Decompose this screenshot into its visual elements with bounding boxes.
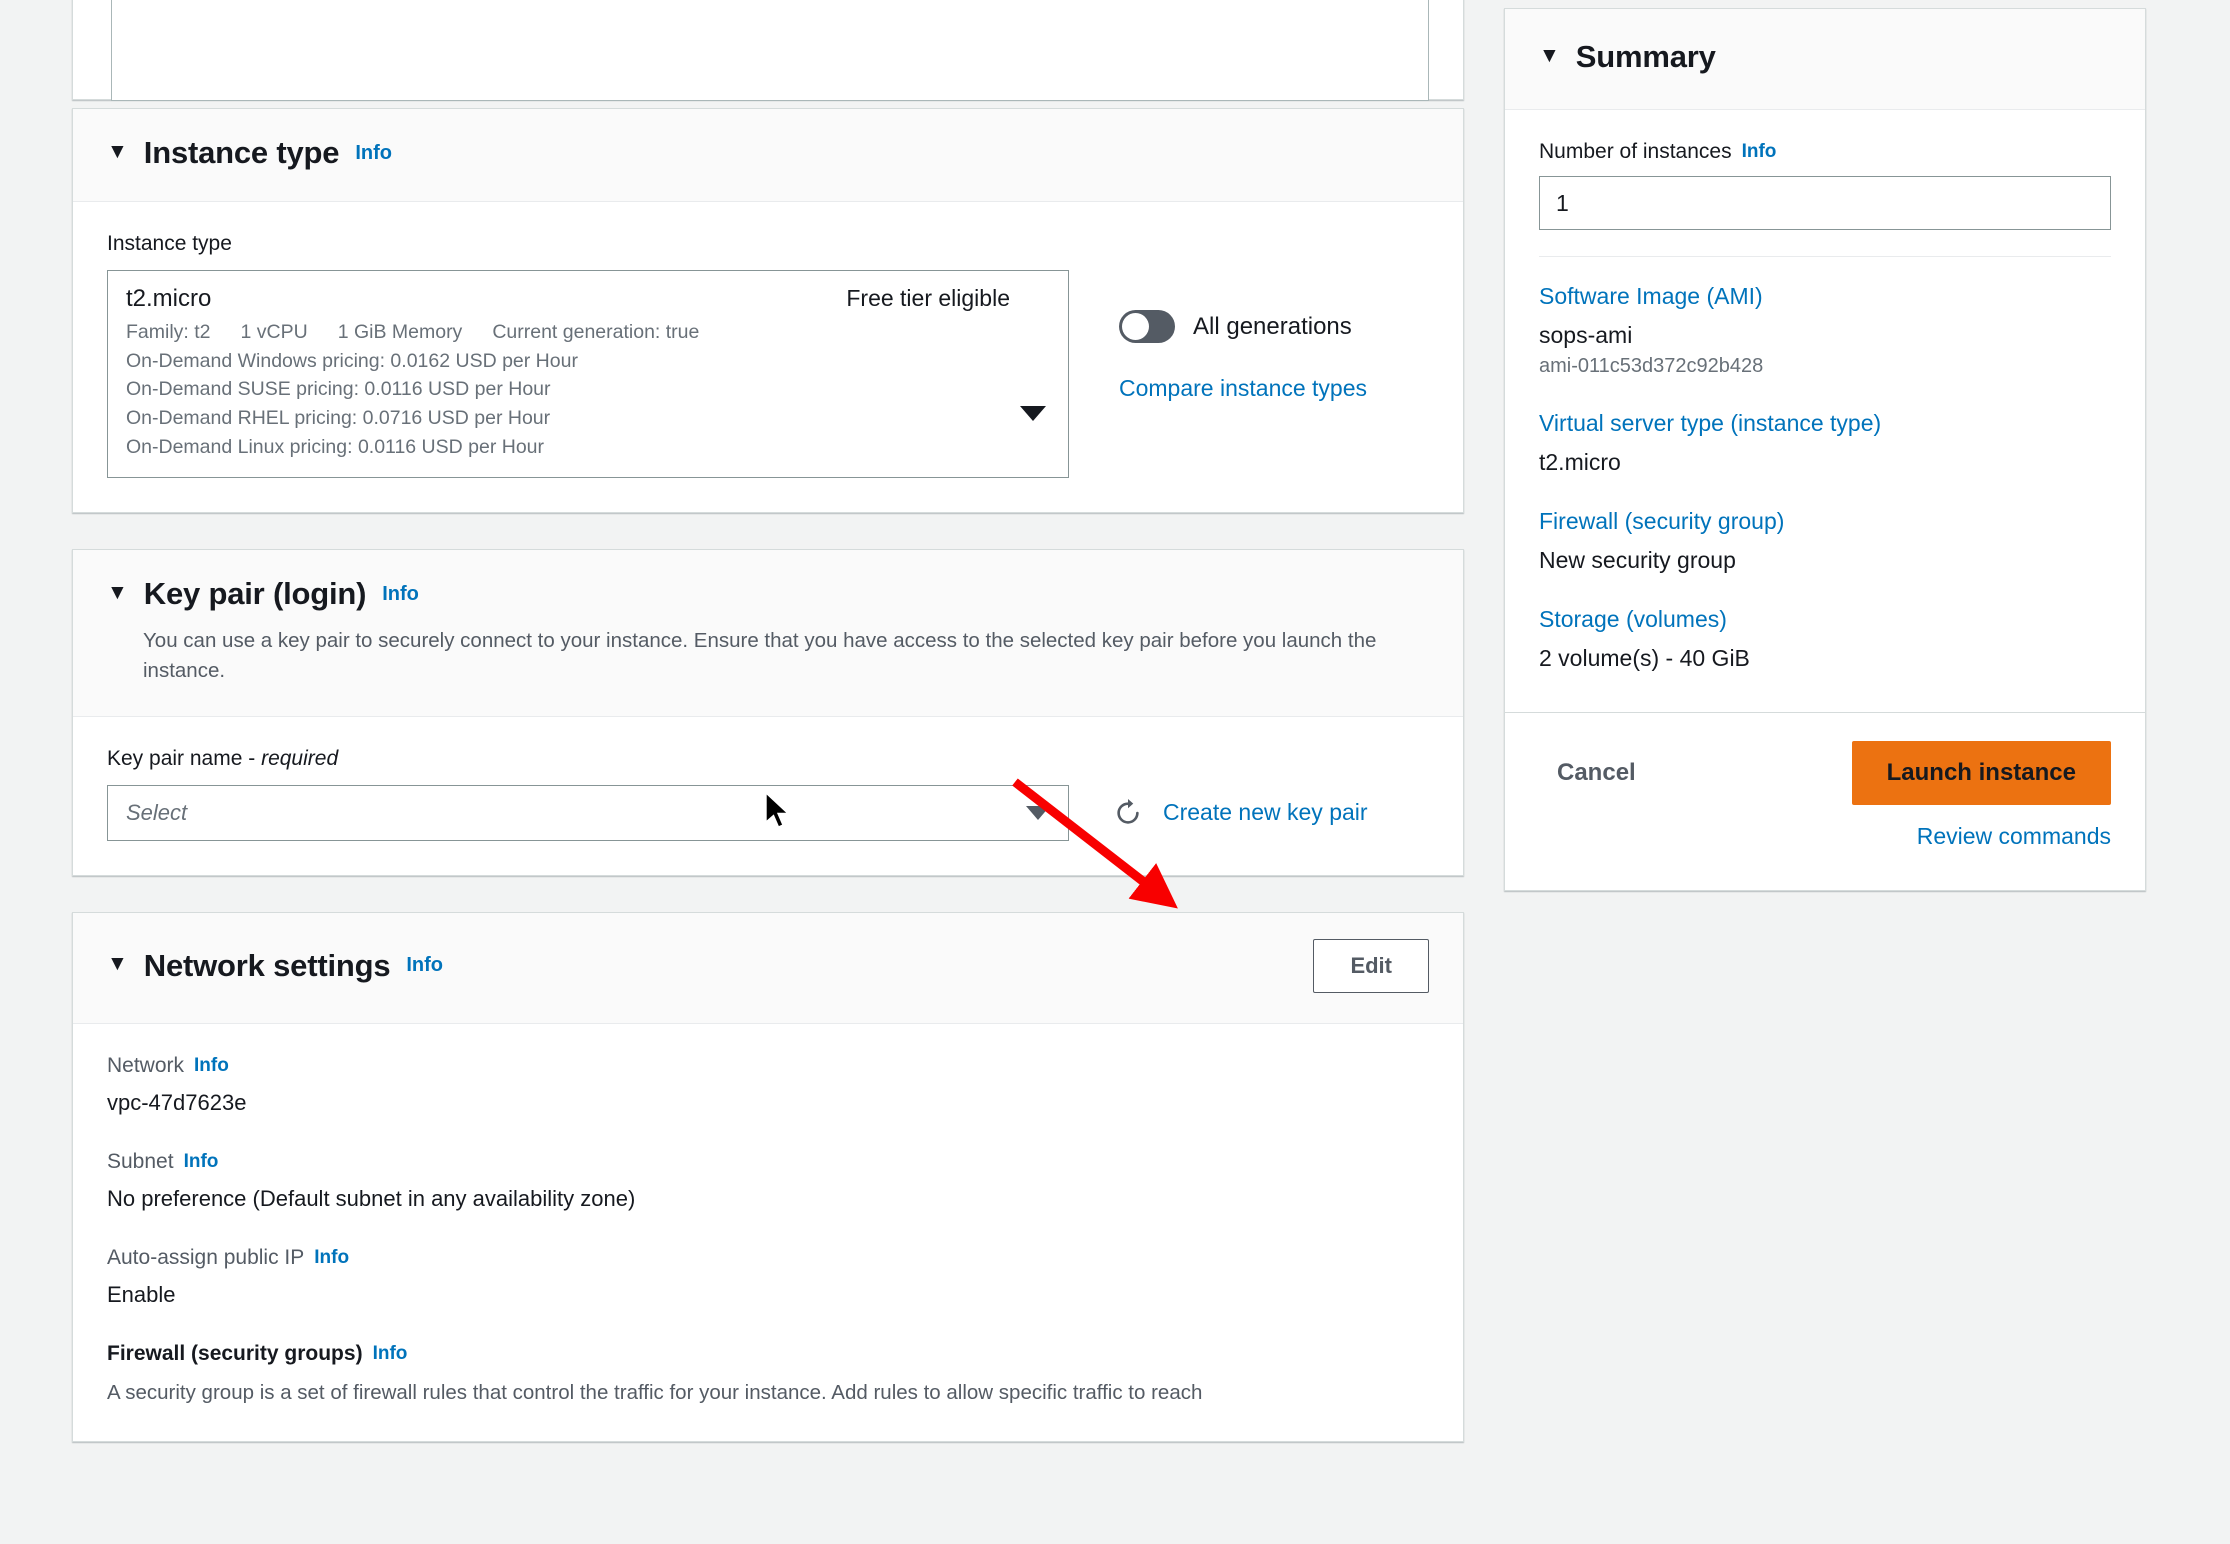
network-label: Network	[107, 1053, 185, 1077]
spec-family: Family: t2	[126, 321, 211, 343]
create-new-key-pair-link[interactable]: Create new key pair	[1163, 799, 1368, 826]
number-of-instances-label-row: Number of instances Info	[1539, 140, 2111, 164]
cancel-button[interactable]: Cancel	[1539, 749, 1654, 797]
launch-form-left-column: ▼ Instance type Info Instance type t2.mi…	[72, 0, 1464, 1478]
key-pair-card-body: Key pair name - required Select Create n…	[73, 717, 1463, 875]
ami-name: sops-ami	[1539, 322, 1633, 348]
ec2-launch-instance-page: ▼ Instance type Info Instance type t2.mi…	[0, 0, 2230, 1544]
summary-divider	[1539, 256, 2111, 257]
key-pair-required-marker: required	[261, 746, 339, 770]
chevron-down-icon-key-pair[interactable]: ▼	[107, 582, 128, 603]
number-of-instances-label: Number of instances	[1539, 140, 1732, 163]
pricing-suse: On-Demand SUSE pricing: 0.0116 USD per H…	[126, 378, 551, 401]
key-pair-card-header: ▼ Key pair (login) Info You can use a ke…	[73, 550, 1463, 717]
summary-instance-type-value: t2.micro	[1539, 449, 1621, 475]
create-new-key-pair-action[interactable]: Create new key pair	[1113, 798, 1368, 828]
network-settings-card-body: Network Info vpc-47d7623e Subnet Info No…	[73, 1024, 1463, 1442]
subnet-label: Subnet	[107, 1149, 174, 1173]
pricing-linux: On-Demand Linux pricing: 0.0116 USD per …	[126, 435, 545, 458]
summary-title: Summary	[1575, 39, 1716, 74]
summary-storage-value: 2 volume(s) - 40 GiB	[1539, 645, 1750, 671]
summary-instance-type-group: Virtual server type (instance type) t2.m…	[1539, 410, 2111, 476]
network-info-link[interactable]: Info	[194, 1055, 229, 1077]
software-image-ami-link[interactable]: Software Image (AMI)	[1539, 283, 2111, 310]
spec-vcpu: 1 vCPU	[240, 321, 308, 343]
key-pair-select-placeholder: Select	[126, 799, 188, 825]
chevron-down-icon-key-pair-select[interactable]	[1026, 805, 1050, 820]
key-pair-name-label-text: Key pair name -	[107, 746, 262, 770]
auto-assign-ip-info-link[interactable]: Info	[314, 1247, 349, 1269]
spec-memory: 1 GiB Memory	[337, 321, 463, 343]
launch-instance-button[interactable]: Launch instance	[1851, 741, 2111, 805]
chevron-down-icon-instance-type[interactable]: ▼	[107, 141, 128, 162]
summary-panel-footer: Cancel Launch instance Review commands	[1505, 712, 2145, 890]
chevron-down-icon-network-settings[interactable]: ▼	[107, 953, 128, 974]
network-settings-title: Network settings	[143, 947, 391, 983]
chevron-down-icon-instance-type-combobox[interactable]	[1020, 406, 1046, 422]
network-settings-card: ▼ Network settings Info Edit Network Inf…	[72, 911, 1464, 1443]
compare-instance-types-link[interactable]: Compare instance types	[1119, 375, 1367, 402]
review-commands-link[interactable]: Review commands	[1917, 823, 2111, 849]
network-value: vpc-47d7623e	[107, 1089, 247, 1115]
network-settings-card-header: ▼ Network settings Info Edit	[73, 912, 1463, 1024]
spec-generation: Current generation: true	[492, 321, 700, 343]
summary-firewall-group: Firewall (security group) New security g…	[1539, 508, 2111, 574]
refresh-icon[interactable]	[1113, 798, 1143, 828]
instance-type-specs: Family: t2 1 vCPU 1 GiB Memory Current gene…	[126, 318, 1044, 461]
instance-type-selected-name: t2.micro	[126, 285, 212, 312]
firewall-label-row: Firewall (security groups) Info	[107, 1342, 1429, 1366]
summary-panel-body: Number of instances Info Software Image …	[1505, 110, 2145, 712]
network-settings-info-link[interactable]: Info	[406, 954, 443, 977]
network-label-row: Network Info	[107, 1054, 1429, 1078]
key-pair-card: ▼ Key pair (login) Info You can use a ke…	[72, 549, 1464, 876]
pricing-rhel: On-Demand RHEL pricing: 0.0716 USD per H…	[126, 406, 551, 429]
key-pair-info-link[interactable]: Info	[382, 583, 419, 606]
virtual-server-type-link[interactable]: Virtual server type (instance type)	[1539, 410, 2111, 437]
summary-firewall-value: New security group	[1539, 547, 1736, 573]
instance-type-info-link[interactable]: Info	[355, 142, 392, 165]
auto-assign-ip-value: Enable	[107, 1281, 176, 1307]
number-of-instances-input[interactable]	[1539, 176, 2111, 230]
ami-id: ami-011c53d372c92b428	[1539, 355, 1764, 377]
number-of-instances-info-link[interactable]: Info	[1742, 141, 1777, 163]
instance-type-side-controls: All generations Compare instance types	[1119, 270, 1367, 402]
firewall-description: A security group is a set of firewall ru…	[107, 1380, 1203, 1404]
key-pair-name-select[interactable]: Select	[107, 784, 1069, 841]
free-tier-badge: Free tier eligible	[846, 285, 1010, 311]
instance-type-field-label: Instance type	[107, 232, 232, 255]
edit-network-settings-button[interactable]: Edit	[1313, 938, 1429, 993]
firewall-label: Firewall (security groups)	[107, 1341, 363, 1365]
summary-panel-header: ▼ Summary	[1505, 9, 2145, 110]
instance-type-card-header: ▼ Instance type Info	[73, 109, 1463, 202]
toggle-knob	[1122, 313, 1149, 340]
all-generations-toggle-row[interactable]: All generations	[1119, 310, 1367, 343]
key-pair-description: You can use a key pair to securely conne…	[143, 629, 1377, 682]
subnet-value: No preference (Default subnet in any ava…	[107, 1185, 636, 1211]
instance-type-card: ▼ Instance type Info Instance type t2.mi…	[72, 108, 1464, 514]
summary-ami-group: Software Image (AMI) sops-ami ami-011c53…	[1539, 283, 2111, 378]
auto-assign-ip-label-row: Auto-assign public IP Info	[107, 1246, 1429, 1270]
firewall-info-link[interactable]: Info	[373, 1343, 408, 1365]
all-generations-toggle[interactable]	[1119, 310, 1175, 343]
summary-panel: ▼ Summary Number of instances Info Softw…	[1504, 8, 2146, 891]
all-generations-label: All generations	[1193, 312, 1352, 340]
summary-storage-link[interactable]: Storage (volumes)	[1539, 606, 2111, 633]
instance-type-card-body: Instance type t2.micro Free tier eligibl…	[73, 202, 1463, 512]
key-pair-title: Key pair (login)	[143, 576, 367, 612]
key-pair-name-label: Key pair name - required	[107, 747, 1429, 771]
auto-assign-ip-label: Auto-assign public IP	[107, 1245, 305, 1269]
instance-type-title: Instance type	[143, 135, 340, 170]
subnet-info-link[interactable]: Info	[184, 1151, 219, 1173]
summary-storage-group: Storage (volumes) 2 volume(s) - 40 GiB	[1539, 606, 2111, 672]
chevron-down-icon-summary[interactable]: ▼	[1539, 45, 1560, 66]
pricing-windows: On-Demand Windows pricing: 0.0162 USD pe…	[126, 349, 578, 372]
subnet-label-row: Subnet Info	[107, 1150, 1429, 1174]
instance-type-combobox[interactable]: t2.micro Free tier eligible Family: t2 1 …	[107, 270, 1069, 479]
summary-firewall-link[interactable]: Firewall (security group)	[1539, 508, 2111, 535]
